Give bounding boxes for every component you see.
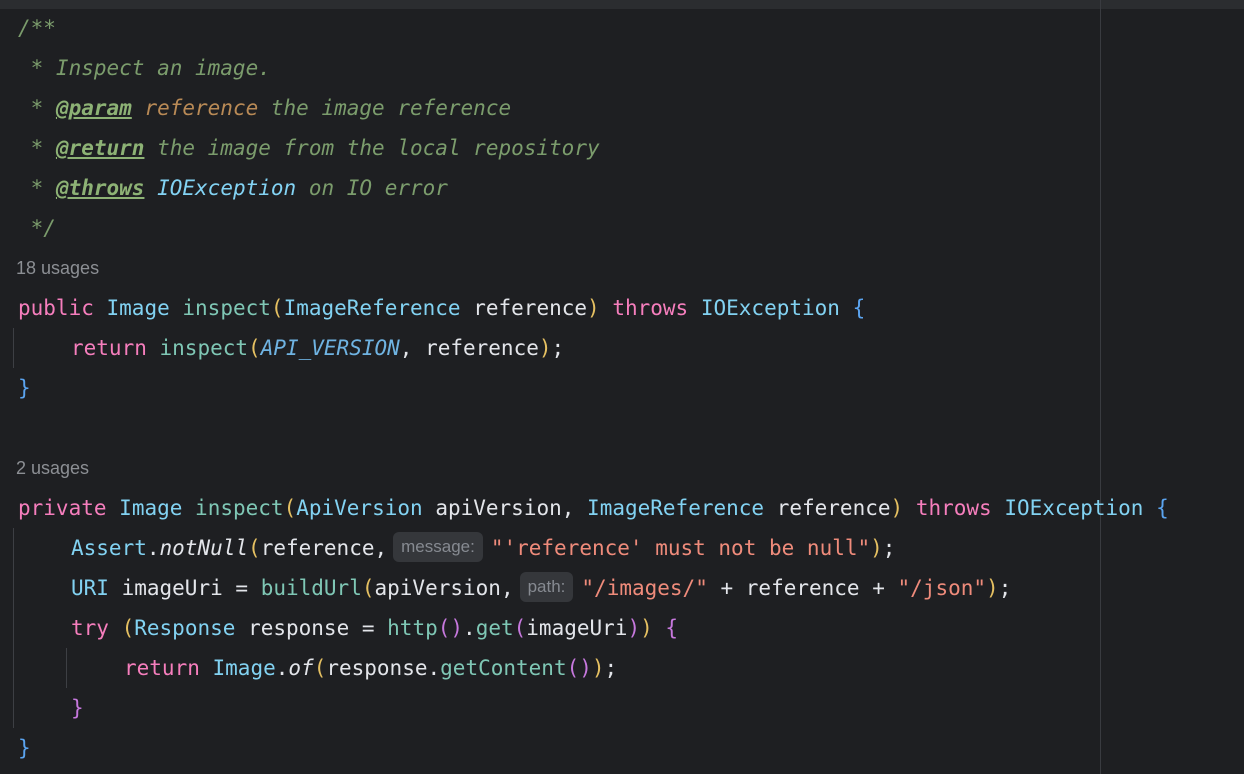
- path-parameter-hint: path:: [519, 572, 574, 602]
- inner-return-statement: return Image.of(response.getContent());: [124, 656, 618, 680]
- assert-statement: Assert.notNull(reference, message: "'refer…: [71, 528, 895, 568]
- uri-statement: URI imageUri = buildUrl(apiVersion, path:…: [71, 568, 1011, 608]
- build-url-argument: apiVersion: [374, 576, 501, 600]
- doc-return-tag[interactable]: @return: [56, 136, 145, 160]
- method2-close-brace: }: [18, 736, 31, 760]
- call-name[interactable]: inspect: [160, 336, 249, 360]
- uri-type[interactable]: URI: [71, 576, 109, 600]
- path-string-json: "/json": [897, 576, 987, 600]
- uri-variable: imageUri: [121, 576, 223, 600]
- assert-class[interactable]: Assert: [71, 536, 147, 560]
- get-argument: imageUri: [526, 616, 628, 640]
- method1-return-statement: return inspect(API_VERSION, reference);: [71, 336, 565, 360]
- param-name: reference: [473, 296, 588, 320]
- message-parameter-hint: message:: [393, 532, 483, 562]
- doc-star: *: [18, 96, 56, 120]
- param2-name: reference: [776, 496, 891, 520]
- exception-type[interactable]: IOException: [1004, 496, 1143, 520]
- doc-comment-open: /**: [18, 16, 56, 40]
- path-reference: reference: [745, 576, 860, 600]
- return-keyword: return: [124, 656, 200, 680]
- doc-comment-throws-line: * @throws IOException on IO error: [18, 168, 448, 208]
- doc-comment-summary: * Inspect an image.: [18, 56, 271, 80]
- get-call[interactable]: get: [476, 616, 514, 640]
- response-object: response: [326, 656, 428, 680]
- indent-guide: [13, 528, 14, 728]
- method-name[interactable]: inspect: [195, 496, 284, 520]
- code-editor[interactable]: /** * Inspect an image. * @param referen…: [0, 0, 1244, 774]
- doc-comment-return-line: * @return the image from the local repos…: [18, 128, 600, 168]
- of-method[interactable]: of: [288, 656, 313, 680]
- doc-star: *: [18, 136, 56, 160]
- doc-star: *: [18, 176, 56, 200]
- usages-hint[interactable]: 18 usages: [16, 248, 99, 288]
- get-content-call[interactable]: getContent: [440, 656, 566, 680]
- build-url-call[interactable]: buildUrl: [261, 576, 362, 600]
- right-margin-guide: [1100, 0, 1101, 774]
- try-close-brace: }: [71, 696, 84, 720]
- response-type[interactable]: Response: [134, 616, 235, 640]
- image-class[interactable]: Image: [213, 656, 276, 680]
- param1-type[interactable]: ApiVersion: [296, 496, 422, 520]
- path-string-images: "/images/": [581, 576, 708, 600]
- doc-comment-param-line: * @param reference the image reference: [18, 88, 511, 128]
- try-keyword: try: [71, 616, 109, 640]
- try-statement: try (Response response = http().get(imag…: [71, 616, 679, 640]
- throws-keyword: throws: [612, 296, 689, 320]
- indent-guide: [13, 328, 14, 368]
- return-type[interactable]: Image: [107, 296, 170, 320]
- response-variable: response: [248, 616, 350, 640]
- modifier-keyword: public: [18, 296, 94, 320]
- return-keyword: return: [71, 336, 147, 360]
- throws-keyword: throws: [915, 496, 992, 520]
- return-type[interactable]: Image: [119, 496, 182, 520]
- doc-param-tag[interactable]: @param: [56, 96, 132, 120]
- doc-param-name: reference: [144, 96, 259, 120]
- exception-type[interactable]: IOException: [701, 296, 840, 320]
- assert-argument: reference: [260, 536, 375, 560]
- method-name[interactable]: inspect: [182, 296, 271, 320]
- doc-param-text: the image reference: [258, 96, 512, 120]
- doc-throws-tag[interactable]: @throws: [56, 176, 145, 200]
- assert-method[interactable]: notNull: [160, 536, 249, 560]
- argument: reference: [425, 336, 539, 360]
- method1-signature: public Image inspect(ImageReference refe…: [18, 296, 866, 320]
- doc-return-text: the image from the local repository: [144, 136, 600, 160]
- usages-hint[interactable]: 2 usages: [16, 448, 89, 488]
- constant[interactable]: API_VERSION: [261, 336, 400, 360]
- indent-guide: [66, 648, 67, 688]
- editor-tab-strip: [0, 0, 1244, 9]
- doc-throws-exception[interactable]: IOException: [157, 176, 296, 200]
- method2-signature: private Image inspect(ApiVersion apiVers…: [18, 496, 1169, 520]
- doc-comment-close: */: [18, 216, 56, 240]
- doc-throws-text: on IO error: [296, 176, 448, 200]
- http-call[interactable]: http: [387, 616, 438, 640]
- message-string: "'reference' must not be null": [490, 536, 871, 560]
- param1-name: apiVersion: [435, 496, 562, 520]
- modifier-keyword: private: [18, 496, 107, 520]
- method1-close-brace: }: [18, 376, 31, 400]
- param2-type[interactable]: ImageReference: [587, 496, 764, 520]
- param-type[interactable]: ImageReference: [284, 296, 461, 320]
